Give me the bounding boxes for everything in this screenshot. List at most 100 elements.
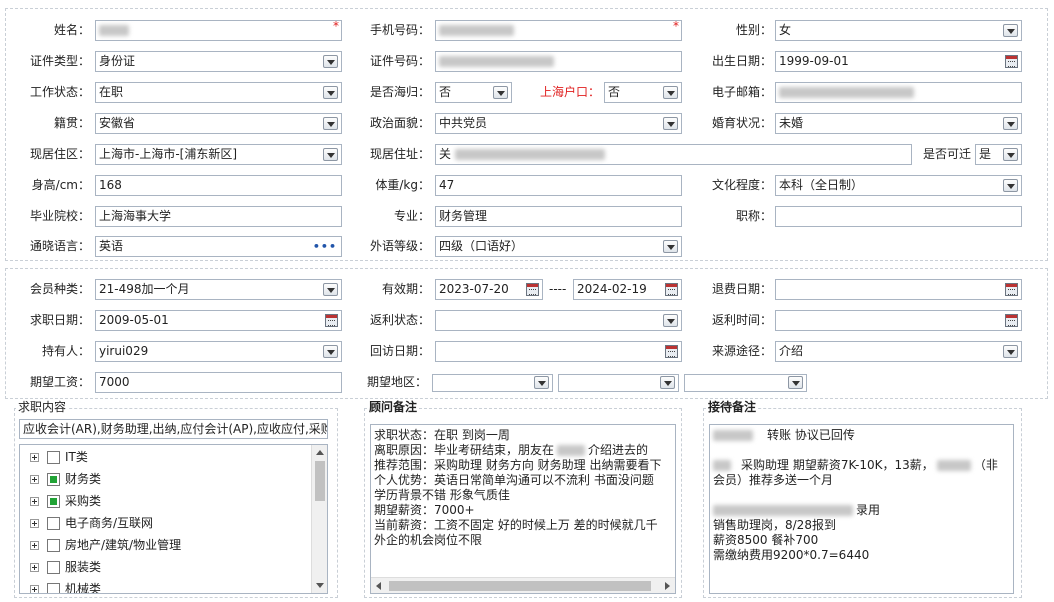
tree-item-apparel[interactable]: 服装类 <box>30 558 101 576</box>
advisor-notes-textarea[interactable]: 求职状态：在职 到岗一周 离职原因：毕业考研结束，朋友在 介绍进去的 推荐范围：采… <box>370 424 676 594</box>
relocate-select[interactable]: 是 <box>975 144 1022 165</box>
calendar-icon[interactable] <box>665 283 678 296</box>
reception-notes-textarea[interactable]: 转账 协议已回传 采购助理 期望薪资7K-10K，13薪， （非 会员）推荐多送一… <box>709 424 1014 594</box>
tree-item-finance[interactable]: 财务类 <box>30 470 101 488</box>
education-select[interactable]: 本科（全日制） <box>775 175 1022 196</box>
language-field[interactable]: 英语 ••• <box>95 236 342 257</box>
expand-plus-icon[interactable] <box>30 519 39 528</box>
dropdown-arrow-icon[interactable] <box>323 86 338 99</box>
checkbox[interactable] <box>47 583 60 593</box>
residence-select[interactable]: 上海市-上海市-[浦东新区] <box>95 144 342 165</box>
more-options-icon[interactable]: ••• <box>313 241 337 252</box>
calendar-icon[interactable] <box>1005 283 1018 296</box>
checkbox[interactable] <box>47 495 60 508</box>
holder-select[interactable]: yirui029 <box>95 341 342 362</box>
idtype-select[interactable]: 身份证 <box>95 51 342 72</box>
expand-plus-icon[interactable] <box>30 497 39 506</box>
dropdown-arrow-icon[interactable] <box>323 283 338 296</box>
scroll-right-icon[interactable] <box>665 582 670 590</box>
scrollbar-thumb[interactable] <box>389 581 651 591</box>
langlevel-select[interactable]: 四级（口语好） <box>435 236 682 257</box>
dropdown-arrow-icon[interactable] <box>788 376 803 389</box>
dropdown-arrow-icon[interactable] <box>663 117 678 130</box>
phone-field[interactable]: * <box>435 20 682 41</box>
revisit-date-field[interactable] <box>435 341 682 362</box>
area-select-3[interactable] <box>684 374 807 392</box>
calendar-icon[interactable] <box>1005 55 1018 68</box>
area-select-2[interactable] <box>558 374 679 392</box>
dropdown-arrow-icon[interactable] <box>493 86 508 99</box>
school-field[interactable]: 上海海事大学 <box>95 206 342 227</box>
dropdown-arrow-icon[interactable] <box>663 240 678 253</box>
idno-field[interactable] <box>435 51 682 72</box>
expand-plus-icon[interactable] <box>30 475 39 484</box>
dropdown-arrow-icon[interactable] <box>534 376 549 389</box>
idno-label: 证件号码： <box>369 54 430 68</box>
job-content-summary[interactable]: 应收会计(AR),财务助理,出纳,应付会计(AP),应收应付,采购 <box>19 419 328 439</box>
dropdown-arrow-icon[interactable] <box>663 314 678 327</box>
area-select-1[interactable] <box>432 374 553 392</box>
address-field[interactable]: 关 <box>435 144 912 165</box>
dropdown-arrow-icon[interactable] <box>660 376 675 389</box>
dropdown-arrow-icon[interactable] <box>1003 117 1018 130</box>
member-type-select[interactable]: 21-498加一个月 <box>95 279 342 300</box>
tree-item-realestate[interactable]: 房地产/建筑/物业管理 <box>30 536 181 554</box>
checkbox[interactable] <box>47 561 60 574</box>
tree-item-ecommerce[interactable]: 电子商务/互联网 <box>30 514 153 532</box>
height-field[interactable]: 168 <box>95 175 342 196</box>
valid-to-field[interactable]: 2024-02-19 <box>573 279 682 300</box>
calendar-icon[interactable] <box>1005 314 1018 327</box>
title-field[interactable] <box>775 206 1022 227</box>
expand-plus-icon[interactable] <box>30 453 39 462</box>
calendar-icon[interactable] <box>665 345 678 358</box>
dropdown-arrow-icon[interactable] <box>1003 179 1018 192</box>
checkbox[interactable] <box>47 539 60 552</box>
expand-plus-icon[interactable] <box>30 541 39 550</box>
checkbox[interactable] <box>47 473 60 486</box>
scroll-down-icon[interactable] <box>316 583 324 588</box>
workstatus-select[interactable]: 在职 <box>95 82 342 103</box>
expand-plus-icon[interactable] <box>30 563 39 572</box>
scroll-up-icon[interactable] <box>316 450 324 455</box>
scroll-left-icon[interactable] <box>376 582 381 590</box>
dropdown-arrow-icon[interactable] <box>1003 345 1018 358</box>
rebate-time-field[interactable] <box>775 310 1022 331</box>
advisor-hscrollbar[interactable] <box>371 577 675 593</box>
rebate-status-select[interactable] <box>435 310 682 331</box>
dropdown-arrow-icon[interactable] <box>1003 24 1018 37</box>
birth-date-field[interactable]: 1999-09-01 <box>775 51 1022 72</box>
tree-item-purchasing[interactable]: 采购类 <box>30 492 101 510</box>
name-field[interactable]: * <box>95 20 342 41</box>
validity-label: 有效期： <box>381 282 430 296</box>
dropdown-arrow-icon[interactable] <box>323 148 338 161</box>
gender-select[interactable]: 女 <box>775 20 1022 41</box>
dropdown-arrow-icon[interactable] <box>323 55 338 68</box>
tree-scrollbar[interactable] <box>311 445 327 593</box>
tree-item-it[interactable]: IT类 <box>30 448 88 466</box>
email-field[interactable] <box>775 82 1022 103</box>
source-select[interactable]: 介绍 <box>775 341 1022 362</box>
shhukou-select[interactable]: 否 <box>604 82 682 103</box>
checkbox[interactable] <box>47 517 60 530</box>
dropdown-arrow-icon[interactable] <box>323 117 338 130</box>
checkbox[interactable] <box>47 451 60 464</box>
major-field[interactable]: 财务管理 <box>435 206 682 227</box>
dropdown-arrow-icon[interactable] <box>663 86 678 99</box>
calendar-icon[interactable] <box>325 314 338 327</box>
calendar-icon[interactable] <box>526 283 539 296</box>
jobdate-field[interactable]: 2009-05-01 <box>95 310 342 331</box>
valid-from-field[interactable]: 2023-07-20 <box>435 279 543 300</box>
dropdown-arrow-icon[interactable] <box>1003 148 1018 161</box>
salary-field[interactable]: 7000 <box>95 372 342 393</box>
weight-field[interactable]: 47 <box>435 175 682 196</box>
native-select[interactable]: 安徽省 <box>95 113 342 134</box>
returnee-select[interactable]: 否 <box>435 82 512 103</box>
expand-plus-icon[interactable] <box>30 585 39 593</box>
note-line-text: 离职原因：毕业考研结束，朋友在 <box>374 443 555 457</box>
political-select[interactable]: 中共党员 <box>435 113 682 134</box>
scrollbar-thumb[interactable] <box>315 461 325 501</box>
dropdown-arrow-icon[interactable] <box>323 345 338 358</box>
marital-select[interactable]: 未婚 <box>775 113 1022 134</box>
tree-item-machinery[interactable]: 机械类 <box>30 580 101 593</box>
refund-date-field[interactable] <box>775 279 1022 300</box>
